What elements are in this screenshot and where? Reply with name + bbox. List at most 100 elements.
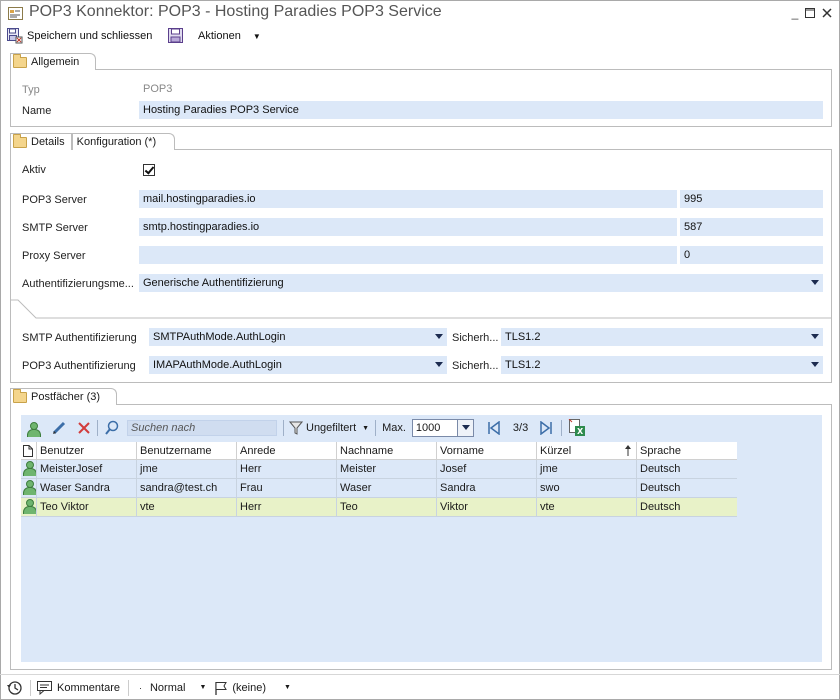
- sort-icon: [625, 445, 631, 456]
- maximize-button[interactable]: [805, 8, 815, 18]
- filter-dropdown[interactable]: Ungefiltert ▼: [289, 421, 369, 435]
- proxy-server-field[interactable]: [139, 246, 677, 264]
- delete-icon[interactable]: [77, 421, 91, 435]
- column-header-firstname[interactable]: Vorname: [437, 442, 537, 459]
- column-header-username[interactable]: Benutzername: [137, 442, 237, 459]
- cell-user: Waser Sandra: [37, 479, 137, 497]
- table-row-selected[interactable]: Teo Viktor vte Herr Teo Viktor vte Deuts…: [21, 498, 737, 517]
- save-close-button[interactable]: Speichern und schliessen: [7, 27, 152, 45]
- pop3-auth-select[interactable]: IMAPAuthMode.AuthLogin: [149, 356, 447, 374]
- auth-method-label: Authentifizierungsme...: [22, 278, 134, 290]
- priority-dropdown[interactable]: · Normal ▼: [139, 682, 206, 694]
- flag-label: (keine): [232, 681, 266, 694]
- cell-salutation: Herr: [237, 498, 337, 516]
- last-page-icon[interactable]: [539, 421, 553, 435]
- column-header-language[interactable]: Sprache: [637, 442, 737, 459]
- person-icon: [22, 479, 36, 495]
- table-row[interactable]: Waser Sandra sandra@test.ch Frau Waser S…: [21, 479, 737, 498]
- details-group: [10, 149, 832, 383]
- pop3-security-select[interactable]: TLS1.2: [501, 356, 823, 374]
- search-icon[interactable]: [104, 420, 120, 436]
- general-tab[interactable]: Allgemein: [10, 53, 97, 71]
- cell-user: MeisterJosef: [37, 460, 137, 478]
- cell-firstname: Sandra: [437, 479, 537, 497]
- cell-username: sandra@test.ch: [137, 479, 237, 497]
- tab-details[interactable]: Details: [10, 133, 72, 150]
- smtp-auth-value: SMTPAuthMode.AuthLogin: [153, 331, 286, 343]
- max-select[interactable]: 1000: [411, 419, 474, 437]
- first-page-icon[interactable]: [487, 421, 501, 435]
- save-icon: [168, 28, 183, 43]
- cell-language: Deutsch: [640, 482, 681, 494]
- column-header-salutation[interactable]: Anrede: [237, 442, 337, 459]
- pop3-port-field[interactable]: 995: [680, 190, 823, 208]
- document-icon: [21, 442, 37, 459]
- proxy-port-field[interactable]: 0: [680, 246, 823, 264]
- smtp-security-select[interactable]: TLS1.2: [501, 328, 823, 346]
- cell-short: vte: [537, 498, 637, 516]
- pop3-security-value: TLS1.2: [505, 359, 541, 371]
- type-label: Typ: [22, 84, 40, 96]
- close-button[interactable]: [822, 8, 832, 18]
- add-person-icon[interactable]: [26, 421, 41, 437]
- smtp-auth-select[interactable]: SMTPAuthMode.AuthLogin: [149, 328, 447, 346]
- name-field[interactable]: Hosting Paradies POP3 Service: [139, 101, 823, 119]
- smtp-security-label: Sicherh...: [452, 332, 499, 344]
- person-icon: [22, 498, 36, 514]
- cell-firstname: Josef: [437, 460, 537, 478]
- comments-label: Kommentare: [57, 681, 120, 694]
- grid-toolbar: Suchen nach Ungefiltert ▼ Max. 1000 3/3: [21, 417, 822, 439]
- column-header-lastname[interactable]: Nachname: [337, 442, 437, 459]
- title-bar: POP3 Konnektor: POP3 - Hosting Paradies …: [0, 0, 840, 26]
- chevron-down-icon: ▼: [362, 424, 370, 432]
- flag-dropdown[interactable]: (keine) ▼: [214, 681, 291, 695]
- search-input[interactable]: Suchen nach: [127, 420, 277, 436]
- tab-configuration[interactable]: Konfiguration (*): [71, 133, 176, 150]
- cell-short: jme: [537, 460, 637, 478]
- proxy-server-label: Proxy Server: [22, 250, 86, 262]
- active-label: Aktiv: [22, 164, 46, 176]
- chevron-down-icon: [811, 280, 819, 285]
- auth-method-select[interactable]: Generische Authentifizierung: [139, 274, 823, 292]
- column-header-short-label: Kürzel: [540, 445, 572, 457]
- pop3-server-field[interactable]: mail.hostingparadies.io: [139, 190, 677, 208]
- name-label: Name: [22, 105, 52, 117]
- grid-body: MeisterJosef jme Herr Meister Josef jme …: [21, 460, 737, 517]
- excel-export-icon[interactable]: X: [568, 419, 586, 437]
- cell-username: jme: [137, 460, 237, 478]
- minimize-button[interactable]: _: [788, 6, 802, 20]
- page-indicator: 3/3: [512, 422, 529, 434]
- pop3-server-label: POP3 Server: [22, 194, 87, 206]
- save-close-label: Speichern und schliessen: [27, 30, 153, 42]
- mailboxes-tab[interactable]: Postfächer (3): [10, 388, 118, 405]
- svg-text:X: X: [577, 427, 584, 436]
- smtp-security-value: TLS1.2: [505, 331, 541, 343]
- pop3-auth-value: IMAPAuthMode.AuthLogin: [153, 359, 282, 371]
- cell-lastname: Waser: [337, 479, 437, 497]
- smtp-port-field[interactable]: 587: [680, 218, 823, 236]
- priority-dot-icon: ·: [138, 682, 142, 693]
- auth-method-value: Generische Authentifizierung: [143, 277, 284, 289]
- active-checkbox[interactable]: [143, 164, 155, 176]
- smtp-auth-label: SMTP Authentifizierung: [22, 332, 137, 344]
- history-icon[interactable]: [7, 680, 23, 696]
- actions-menu-button[interactable]: Aktionen ▼: [168, 27, 261, 45]
- section-divider: [10, 299, 832, 319]
- cell-lastname: Teo: [337, 498, 437, 516]
- cell-short: swo: [537, 479, 637, 497]
- cell-language: Deutsch: [640, 463, 681, 475]
- cell-username: vte: [137, 498, 237, 516]
- tab-details-label: Details: [31, 136, 65, 148]
- priority-label: Normal: [149, 681, 186, 694]
- chevron-down-icon: [811, 334, 819, 339]
- table-row[interactable]: MeisterJosef jme Herr Meister Josef jme …: [21, 460, 737, 479]
- column-header-user[interactable]: Benutzer: [37, 442, 137, 459]
- column-header-short[interactable]: Kürzel: [537, 442, 637, 459]
- smtp-server-field[interactable]: smtp.hostingparadies.io: [139, 218, 677, 236]
- comments-button[interactable]: Kommentare: [37, 680, 120, 695]
- general-tab-label: Allgemein: [31, 56, 80, 68]
- comment-icon: [37, 680, 52, 695]
- smtp-server-label: SMTP Server: [22, 222, 88, 234]
- pop3-security-label: Sicherh...: [452, 360, 499, 372]
- pencil-icon[interactable]: [51, 420, 67, 436]
